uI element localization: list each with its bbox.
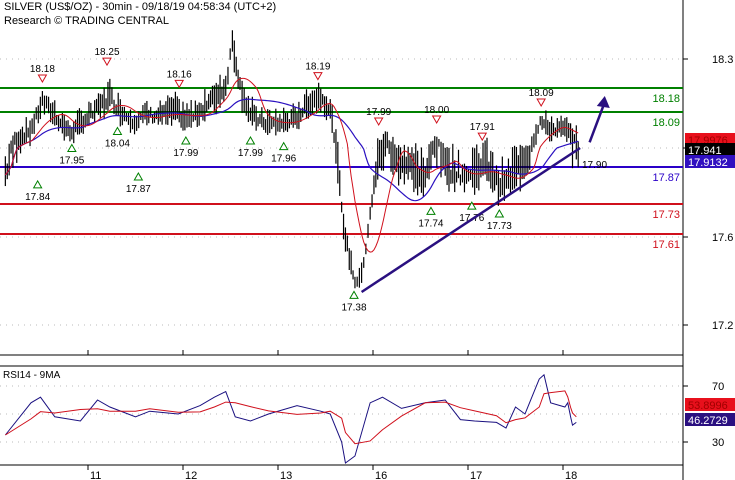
support-marker-icon — [278, 141, 289, 151]
resistance-marker-icon — [102, 57, 112, 67]
support-marker-icon — [32, 179, 43, 189]
high-label: 17.99 — [366, 107, 391, 118]
level-label: 17.87 — [652, 172, 680, 184]
pivot-label: 17.90 — [582, 160, 607, 171]
level-label: 17.73 — [652, 209, 680, 221]
high-label: 18.00 — [424, 105, 449, 116]
x-tick-label: 12 — [185, 470, 197, 480]
low-label: 17.84 — [25, 192, 50, 203]
resistance-marker-icon — [37, 74, 48, 84]
support-marker-icon — [245, 135, 256, 145]
support-marker-icon — [349, 290, 359, 299]
x-tick-label: 13 — [280, 470, 292, 480]
y-tick-label: 18.3 — [712, 54, 733, 66]
x-tick-label: 16 — [375, 470, 387, 480]
support-marker-icon — [133, 171, 144, 181]
low-label: 17.87 — [126, 184, 151, 195]
rsi-box-label: 53.8996 — [688, 400, 728, 412]
support-marker-icon — [112, 126, 123, 135]
low-label: 17.99 — [238, 148, 263, 159]
low-label: 17.95 — [59, 156, 84, 167]
y-tick-label: 17.6 — [712, 232, 733, 244]
high-label: 18.09 — [529, 88, 554, 99]
rsi-y-tick-label: 30 — [712, 437, 724, 449]
rsi-y-tick-label: 70 — [712, 381, 724, 393]
low-label: 18.04 — [105, 138, 130, 149]
high-label: 18.16 — [167, 69, 192, 80]
support-marker-icon — [494, 208, 505, 218]
resistance-marker-icon — [313, 72, 323, 81]
x-tick-label: 11 — [90, 470, 101, 480]
price-box-label: 17.9132 — [688, 157, 728, 169]
level-label: 18.18 — [652, 93, 680, 105]
low-label: 17.73 — [487, 221, 512, 232]
resistance-marker-icon — [477, 132, 488, 142]
resistance-marker-icon — [431, 115, 442, 125]
high-label: 18.19 — [305, 62, 330, 73]
resistance-marker-icon — [373, 117, 384, 126]
low-label: 17.74 — [418, 218, 443, 229]
rsi-box-label: 46.2729 — [688, 415, 728, 427]
chart-window: SILVER (US$/OZ) - 30min - 09/18/19 04:58… — [0, 0, 735, 480]
y-tick-label: 17.2 — [712, 320, 733, 332]
level-label: 17.61 — [652, 239, 680, 251]
low-label: 17.99 — [173, 148, 198, 159]
resistance-marker-icon — [536, 98, 547, 108]
resistance-marker-icon — [174, 79, 185, 89]
support-marker-icon — [180, 135, 191, 145]
rsi-ma-line — [5, 390, 577, 445]
level-label: 18.09 — [652, 117, 680, 129]
support-marker-icon — [66, 143, 77, 153]
x-tick-label: 17 — [470, 470, 482, 480]
high-label: 18.25 — [94, 47, 119, 58]
support-marker-icon — [426, 206, 436, 215]
rsi-title: RSI14 - 9MA — [3, 370, 61, 381]
chart-canvas: 18.3 17.6 17.2 70 30 RSI14 - 9MA 11 12 13 16 17 18 1… — [0, 0, 735, 480]
forecast-arrow — [588, 101, 606, 143]
low-label: 17.96 — [271, 154, 296, 165]
rsi-line — [4, 373, 577, 464]
high-label: 18.18 — [30, 64, 55, 75]
high-label: 17.91 — [470, 122, 495, 133]
arrow-head-icon — [596, 96, 610, 108]
low-label: 17.38 — [341, 302, 366, 313]
x-tick-label: 18 — [565, 470, 577, 480]
